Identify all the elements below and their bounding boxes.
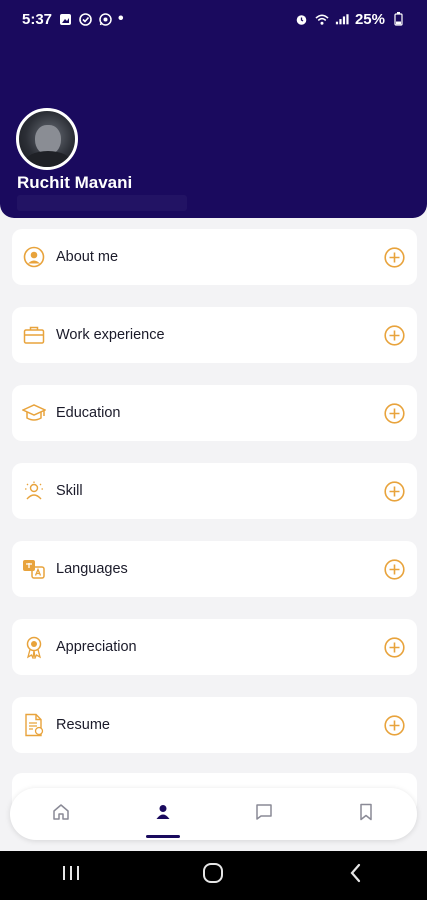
battery-icon	[391, 12, 405, 26]
section-languages[interactable]: Languages	[12, 541, 417, 597]
award-icon	[22, 635, 46, 659]
skill-icon	[22, 479, 46, 503]
nav-home[interactable]	[31, 788, 91, 840]
nav-chat[interactable]	[234, 788, 294, 840]
add-icon[interactable]	[383, 324, 405, 346]
nav-bookmark[interactable]	[336, 788, 396, 840]
document-icon	[22, 713, 46, 737]
system-navigation-bar	[0, 851, 427, 900]
profile-icon	[155, 804, 171, 825]
add-icon[interactable]	[383, 714, 405, 736]
whatsapp-icon	[98, 12, 112, 26]
check-circle-icon	[78, 12, 92, 26]
section-label: Resume	[56, 717, 110, 733]
section-resume[interactable]: Resume	[12, 697, 417, 753]
wifi-icon	[315, 12, 329, 26]
signal-icon	[335, 12, 349, 26]
alarm-icon	[295, 12, 309, 26]
section-appreciation[interactable]: Appreciation	[12, 619, 417, 675]
user-circle-icon	[22, 245, 46, 269]
bottom-navigation	[10, 788, 417, 840]
graduation-cap-icon	[22, 401, 46, 425]
profile-name: Ruchit Mavani	[17, 173, 133, 192]
section-label: About me	[56, 249, 119, 265]
section-label: Education	[56, 405, 121, 421]
section-label: Work experience	[56, 327, 165, 343]
nav-active-indicator	[145, 835, 180, 838]
recent-apps-button[interactable]	[51, 856, 91, 896]
back-button[interactable]	[336, 856, 376, 896]
briefcase-icon	[22, 323, 46, 347]
section-label: Appreciation	[56, 639, 137, 655]
nav-profile[interactable]	[133, 788, 193, 840]
status-time: 5:37	[22, 10, 53, 28]
chat-icon	[255, 803, 273, 826]
gallery-icon	[58, 12, 72, 26]
avatar[interactable]	[16, 108, 78, 170]
add-icon[interactable]	[383, 402, 405, 424]
section-label: Skill	[56, 483, 83, 499]
add-icon[interactable]	[383, 246, 405, 268]
bookmark-icon	[358, 803, 374, 826]
add-icon[interactable]	[383, 480, 405, 502]
home-button[interactable]	[193, 856, 233, 896]
profile-subtitle	[17, 195, 187, 211]
home-icon	[52, 803, 70, 826]
recent-apps-icon	[61, 864, 81, 887]
translate-icon	[22, 557, 46, 581]
section-work-experience[interactable]: Work experience	[12, 307, 417, 363]
section-skill[interactable]: Skill	[12, 463, 417, 519]
notification-dot-icon: •	[118, 10, 124, 27]
status-bar: 5:37 • 25%	[0, 0, 427, 38]
add-icon[interactable]	[383, 636, 405, 658]
section-about-me[interactable]: About me	[12, 229, 417, 285]
back-chevron-icon	[348, 863, 364, 888]
add-icon[interactable]	[383, 558, 405, 580]
profile-header: Ruchit Mavani	[0, 38, 427, 218]
battery-percent: 25%	[354, 10, 385, 28]
home-circle-icon	[202, 862, 224, 889]
section-education[interactable]: Education	[12, 385, 417, 441]
section-label: Languages	[56, 561, 128, 577]
